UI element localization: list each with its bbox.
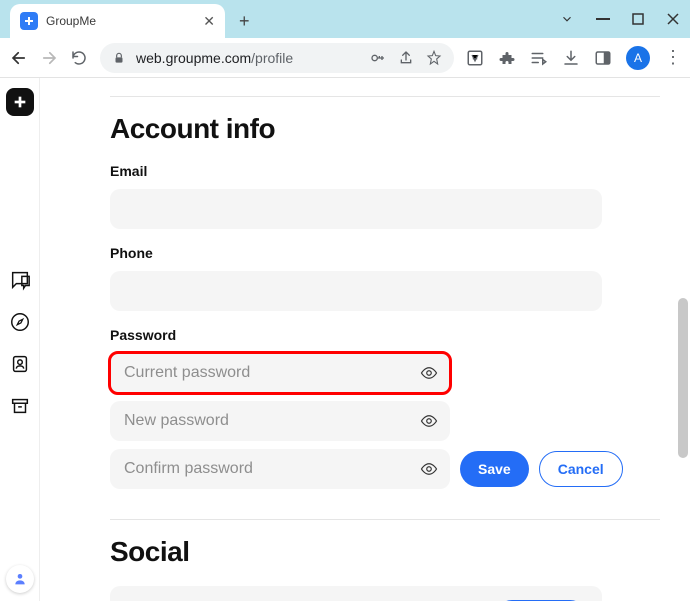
eye-icon[interactable] [420, 364, 438, 382]
current-password-input[interactable] [110, 353, 450, 393]
new-password-input[interactable] [110, 401, 450, 441]
app-sidebar [0, 78, 40, 601]
address-bar[interactable]: web.groupme.com/profile [100, 43, 454, 73]
discover-icon[interactable] [6, 308, 34, 336]
archive-icon[interactable] [6, 392, 34, 420]
window-minimize-icon[interactable] [596, 18, 610, 20]
eye-icon[interactable] [420, 412, 438, 430]
account-title: Account info [110, 113, 660, 145]
confirm-password-input[interactable] [110, 449, 450, 489]
sidepanel-icon[interactable] [594, 49, 612, 67]
key-icon[interactable] [370, 50, 386, 66]
social-facebook-row: Facebook Connect [110, 586, 602, 601]
tab-title: GroupMe [46, 14, 195, 28]
email-label: Email [110, 163, 660, 179]
url-text: web.groupme.com/profile [136, 50, 360, 66]
profile-content: Account info Email Phone Password Save C… [40, 78, 690, 601]
share-icon[interactable] [398, 50, 414, 66]
phone-input[interactable] [110, 271, 602, 311]
user-pill-icon[interactable] [6, 565, 34, 593]
window-title-bar: GroupMe ✕ + [0, 0, 690, 38]
reload-button[interactable] [70, 49, 88, 67]
download-icon[interactable] [562, 49, 580, 67]
chat-icon[interactable] [6, 266, 34, 294]
password-label: Password [110, 327, 660, 343]
window-maximize-icon[interactable] [632, 13, 644, 25]
forward-button [40, 49, 58, 67]
contacts-icon[interactable] [6, 350, 34, 378]
cancel-button[interactable]: Cancel [539, 451, 623, 487]
scrollbar-thumb[interactable] [678, 298, 688, 458]
translate-icon[interactable] [466, 49, 484, 67]
bookmark-star-icon[interactable] [426, 50, 442, 66]
back-button[interactable] [10, 49, 28, 67]
section-divider [110, 519, 660, 520]
window-close-icon[interactable] [666, 12, 680, 26]
save-button[interactable]: Save [460, 451, 529, 487]
phone-label: Phone [110, 245, 660, 261]
close-tab-icon[interactable]: ✕ [203, 13, 215, 30]
kebab-menu-icon[interactable]: ⋮ [664, 47, 680, 68]
extensions-icon[interactable] [498, 49, 516, 67]
browser-tab[interactable]: GroupMe ✕ [10, 4, 225, 38]
lock-icon [112, 51, 126, 65]
app-logo-icon[interactable] [6, 88, 34, 116]
browser-toolbar: web.groupme.com/profile A ⋮ [0, 38, 690, 78]
playlist-icon[interactable] [530, 49, 548, 67]
email-input[interactable] [110, 189, 602, 229]
new-tab-button[interactable]: + [239, 11, 250, 32]
chevron-down-icon[interactable] [560, 12, 574, 26]
profile-avatar[interactable]: A [626, 46, 650, 70]
groupme-favicon [20, 12, 38, 30]
eye-icon[interactable] [420, 460, 438, 478]
section-divider [110, 96, 660, 97]
social-title: Social [110, 536, 660, 568]
